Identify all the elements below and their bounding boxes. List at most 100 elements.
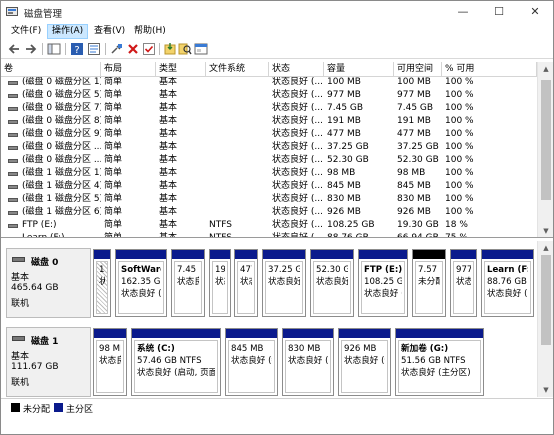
check-icon[interactable] (142, 42, 156, 56)
table-cell (206, 154, 269, 167)
disk-size: 465.64 GB (11, 283, 59, 293)
table-cell: 基本 (159, 142, 178, 152)
scroll-down-icon[interactable]: ▼ (538, 383, 553, 397)
column-header[interactable]: 布局 (101, 62, 156, 77)
table-cell: 状态良好 (... (272, 116, 323, 126)
column-header[interactable]: 文件系统 (206, 62, 269, 77)
table-cell: 88.76 GB (327, 233, 369, 238)
back-arrow-icon[interactable] (7, 42, 21, 56)
table-row[interactable]: FTP (E:) 简单 基本 NTFS 状态良好 (... 108.25 GB 19.30 … (1, 219, 537, 232)
column-header[interactable]: 容量 (324, 62, 394, 77)
table-row[interactable]: (磁盘 1 磁盘分区 5) 简单 基本 状态良好 (... 830 MB 830 MB 10… (1, 193, 537, 206)
disk-partition[interactable]: 98 MB 状态良好 (93, 328, 127, 396)
table-cell: 状态良好 (... (272, 168, 323, 178)
partition-body: 37.25 GB 状态良好 (265, 261, 303, 314)
scroll-up-icon[interactable]: ▲ (538, 62, 553, 76)
column-header[interactable]: 类型 (156, 62, 206, 77)
scroll-down-icon[interactable]: ▼ (538, 224, 553, 237)
properties-icon[interactable] (87, 42, 101, 56)
minimize-button[interactable]: — (445, 1, 481, 23)
table-row[interactable]: (磁盘 0 磁盘分区 7) 简单 基本 状态良好 (... 7.45 GB 7.45 GB… (1, 102, 537, 115)
table-row[interactable]: (磁盘 0 磁盘分区 8) 简单 基本 状态良好 (... 191 MB 191 MB 10… (1, 115, 537, 128)
table-row[interactable]: (磁盘 1 磁盘分区 4) 简单 基本 状态良好 (... 845 MB 845 MB 10… (1, 180, 537, 193)
column-header[interactable]: % 可用 (442, 62, 537, 77)
table-cell (206, 128, 269, 141)
table-cell: (磁盘 0 磁盘分区 7) (22, 103, 101, 113)
partition-body: 系统 (C:) 57.46 GB NTFS 状态良好 (启动, 页面 (134, 340, 218, 393)
table-cell: 19.30 GB (397, 220, 439, 230)
partition-header-bar (339, 329, 390, 338)
maximize-button[interactable]: ☐ (481, 1, 517, 23)
scroll-up-icon[interactable]: ▲ (538, 241, 553, 255)
disk-partition[interactable]: 10状 (93, 249, 111, 317)
import-icon[interactable] (163, 42, 177, 56)
partition-text: 状态良好 (物 (231, 356, 272, 366)
console-icon[interactable] (194, 42, 208, 56)
partition-text: 系统 (C:) (137, 344, 175, 354)
table-cell: 66.94 GB (397, 233, 439, 238)
volume-icon (8, 94, 18, 98)
disk-partition[interactable]: 845 MB 状态良好 (物 (225, 328, 278, 396)
table-row[interactable]: (磁盘 0 磁盘分区 1) 简单 基本 状态良好 (... 100 MB 100 MB 10… (1, 77, 537, 89)
table-row[interactable]: (磁盘 0 磁盘分区 ... 简单 基本 状态良好 (... 52.30 GB 52.30… (1, 154, 537, 167)
column-header[interactable]: 可用空间 (394, 62, 442, 77)
disk-partition[interactable]: 830 MB 状态良好 (饮 (282, 328, 334, 396)
volume-list-scrollbar[interactable]: ▲ ▼ (537, 62, 553, 237)
toolbar-separator (42, 43, 43, 55)
table-row[interactable]: (磁盘 0 磁盘分区 5) 简单 基本 状态良好 (... 977 MB 977 MB 10… (1, 89, 537, 102)
table-row[interactable]: Learn (F:) 简单 基本 NTFS 状态良好 (... 88.76 GB 66.94… (1, 232, 537, 238)
forward-arrow-icon[interactable] (24, 42, 38, 56)
unallocated-partition[interactable]: 7.57 GI 未分配 (412, 249, 446, 317)
disk-info-panel[interactable]: 磁盘 0 基本 465.64 GB 联机 (6, 248, 91, 318)
disk-partition[interactable]: 系统 (C:) 57.46 GB NTFS 状态良好 (启动, 页面 (131, 328, 221, 396)
menu-file[interactable]: 文件(F) (7, 24, 45, 39)
disk-info-panel[interactable]: 磁盘 1 基本 111.67 GB 联机 (6, 327, 91, 397)
disk-icon (12, 257, 25, 262)
disk-partition[interactable]: 191 状态 (209, 249, 231, 317)
table-cell: 简单 (104, 129, 123, 139)
search-icon[interactable] (178, 42, 192, 56)
table-cell: FTP (E:) (22, 220, 57, 230)
delete-icon[interactable] (126, 42, 140, 56)
menu-view[interactable]: 查看(V) (90, 24, 129, 39)
disk-partition[interactable]: 7.45 GB 状态良好 (171, 249, 205, 317)
table-cell: 37.25 GB (397, 142, 439, 152)
scrollbar-thumb[interactable] (541, 80, 551, 200)
table-cell: 简单 (104, 220, 123, 230)
disk-type: 基本 (11, 352, 30, 362)
connect-disk-icon[interactable] (110, 42, 124, 56)
disk-partition[interactable]: 926 MB 状态良好 (饮 (338, 328, 391, 396)
table-row[interactable]: (磁盘 1 磁盘分区 1) 简单 基本 状态良好 (... 98 MB 98 MB 100 … (1, 167, 537, 180)
help-icon[interactable]: ? (70, 42, 84, 56)
table-cell: 100 % (445, 116, 474, 126)
disk-partition[interactable]: SoftWare 162.35 GB 状态良好 ( (115, 249, 167, 317)
scrollbar-thumb[interactable] (541, 255, 551, 345)
table-row[interactable]: (磁盘 0 磁盘分区 9) 简单 基本 状态良好 (... 477 MB 477 MB 10… (1, 128, 537, 141)
disk-partition[interactable]: 52.30 GB 状态良好 (310, 249, 354, 317)
column-header[interactable]: 卷 (1, 62, 101, 77)
graphical-view-scrollbar[interactable]: ▲ ▼ (537, 241, 553, 397)
column-header[interactable]: 状态 (269, 62, 324, 77)
menu-help[interactable]: 帮助(H) (130, 24, 170, 39)
table-cell: 977 MB (397, 90, 431, 100)
disk-partition[interactable]: Learn (F:) 88.76 GB N 状态良好 ( (481, 249, 534, 317)
partition-header-bar (210, 250, 230, 259)
console-tree-icon[interactable] (47, 42, 61, 56)
partition-text: 状态良好 (177, 277, 199, 287)
disk-partition[interactable]: 477 状态 (234, 249, 258, 317)
table-cell: 状态良好 (... (272, 129, 323, 139)
menu-action[interactable]: 操作(A) (47, 24, 89, 39)
disk-partition[interactable]: FTP (E:) 108.25 GB 状态良好 ( (358, 249, 408, 317)
table-cell: 状态良好 (... (272, 155, 323, 165)
table-row[interactable]: (磁盘 0 磁盘分区 ... 简单 基本 状态良好 (... 37.25 GB 37.25… (1, 141, 537, 154)
close-button[interactable]: ✕ (517, 1, 553, 23)
table-cell: 基本 (159, 168, 178, 178)
disk-partition[interactable]: 977 I 状态 (450, 249, 477, 317)
disk-partition[interactable]: 37.25 GB 状态良好 (262, 249, 306, 317)
partition-body: 98 MB 状态良好 (96, 340, 124, 393)
volume-icon (8, 146, 18, 150)
volume-icon (8, 198, 18, 202)
table-cell (206, 141, 269, 154)
table-row[interactable]: (磁盘 1 磁盘分区 6) 简单 基本 状态良好 (... 926 MB 926 MB 10… (1, 206, 537, 219)
disk-partition[interactable]: 新加卷 (G:) 51.56 GB NTFS 状态良好 (主分区) (395, 328, 484, 396)
